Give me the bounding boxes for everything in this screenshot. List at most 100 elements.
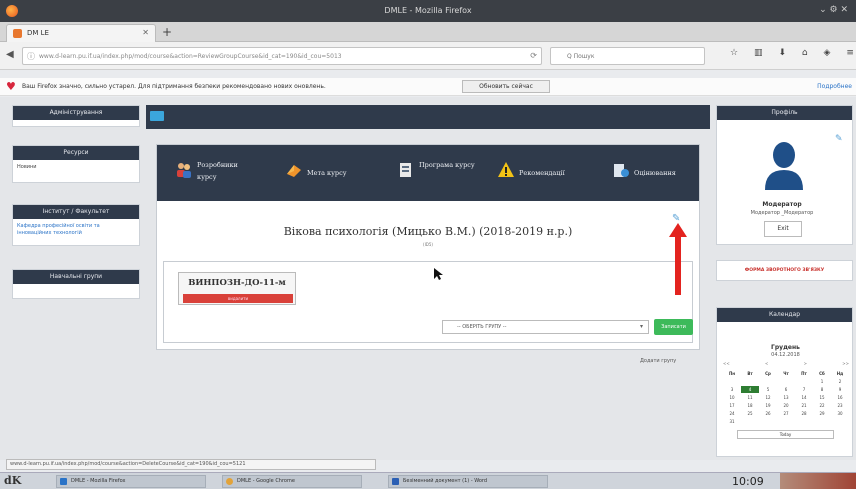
- new-tab-icon[interactable]: +: [162, 25, 172, 39]
- calendar-day[interactable]: 27: [777, 410, 795, 417]
- tab-title: DM LE: [27, 29, 49, 37]
- heart-icon: ♥: [6, 80, 16, 93]
- task-word-label: Безіменний документ (1) - Word: [403, 478, 488, 484]
- delete-group-button[interactable]: видалити: [183, 294, 293, 303]
- calendar-day[interactable]: 7: [795, 386, 813, 393]
- feedback-form-link[interactable]: ФОРМА ЗВОРОТНОГО ЗВ'ЯЗКУ: [716, 260, 853, 281]
- calendar-day: [759, 378, 777, 385]
- calendar-day[interactable]: 20: [777, 402, 795, 409]
- url-bar[interactable]: ⓘ ⟳: [22, 47, 542, 65]
- calendar-day[interactable]: 13: [777, 394, 795, 401]
- course-container: Розробники курсу Мета курсу Програма кур…: [156, 144, 700, 350]
- calendar-day[interactable]: 26: [759, 410, 777, 417]
- library-icon[interactable]: ▥: [754, 48, 763, 64]
- calendar-day: [723, 378, 741, 385]
- profile-block-title: Профіль: [717, 106, 852, 120]
- calendar-day[interactable]: 5: [759, 386, 777, 393]
- menu-grading-label: Оцінювання: [634, 169, 676, 177]
- calendar-weekday: Сб: [819, 371, 825, 376]
- calendar-day[interactable]: 12: [759, 394, 777, 401]
- news-link[interactable]: Новини: [13, 160, 139, 175]
- folder-icon[interactable]: [150, 111, 164, 121]
- save-group-button[interactable]: Записати: [654, 319, 693, 335]
- menu-recommendations[interactable]: Рекомендації: [497, 159, 597, 189]
- resources-block-title: Ресурси: [13, 146, 139, 160]
- site-info-icon[interactable]: ⓘ: [27, 51, 35, 62]
- pocket-icon[interactable]: ◈: [824, 48, 831, 64]
- menu-program[interactable]: Програма курсу: [397, 159, 487, 189]
- group-select[interactable]: -- ОБЕРІТЬ ГРУПУ -- ▾: [442, 320, 649, 334]
- task-chrome[interactable]: DMLE - Google Chrome: [222, 475, 362, 488]
- calendar-day[interactable]: 31: [723, 418, 741, 425]
- menu-icon[interactable]: ≡: [846, 48, 854, 64]
- admin-block-title[interactable]: Адміністрування: [13, 106, 139, 120]
- tab-close-icon[interactable]: ✕: [142, 28, 149, 37]
- calendar-day: [813, 418, 831, 425]
- update-now-button[interactable]: Обновить сейчас: [462, 80, 550, 93]
- menu-grading[interactable]: Оцінювання: [612, 159, 697, 189]
- menu-recommendations-label: Рекомендації: [519, 169, 565, 177]
- calendar-day[interactable]: 2: [831, 378, 849, 385]
- calendar-day[interactable]: 8: [813, 386, 831, 393]
- tab-dmle[interactable]: DM LE ✕: [6, 24, 156, 42]
- back-arrow-icon[interactable]: ◀: [6, 49, 14, 60]
- department-link[interactable]: Кафедра професійної освіти та інноваційн…: [13, 219, 139, 241]
- calendar-block-title: Календар: [717, 308, 852, 322]
- exit-button[interactable]: Exit: [764, 221, 802, 237]
- edit-profile-icon[interactable]: ✎: [835, 134, 843, 144]
- home-icon[interactable]: ⌂: [802, 48, 808, 64]
- content-header-bar: [146, 105, 710, 129]
- calendar-day[interactable]: 6: [777, 386, 795, 393]
- firefox-task-icon: [60, 478, 67, 485]
- groups-block-title[interactable]: Навчальні групи: [13, 270, 139, 284]
- search-bar[interactable]: [550, 47, 705, 65]
- today-button[interactable]: Today: [737, 430, 834, 439]
- more-info-link[interactable]: Подробнее: [817, 83, 852, 90]
- calendar-day[interactable]: 9: [831, 386, 849, 393]
- start-button[interactable]: dK: [4, 474, 21, 487]
- calendar-day[interactable]: 14: [795, 394, 813, 401]
- calendar-next-year[interactable]: >>: [842, 361, 849, 366]
- calendar-day[interactable]: 23: [831, 402, 849, 409]
- calendar-day[interactable]: 21: [795, 402, 813, 409]
- calendar-day[interactable]: 22: [813, 402, 831, 409]
- search-input[interactable]: [567, 51, 697, 62]
- chrome-task-icon: [226, 478, 233, 485]
- user-name: Модератор: [762, 201, 802, 208]
- calendar-day[interactable]: 16: [831, 394, 849, 401]
- taskbar: dK DMLE - Mozilla Firefox DMLE - Google …: [0, 472, 856, 489]
- calendar-day[interactable]: 18: [741, 402, 759, 409]
- menu-goal[interactable]: Мета курсу: [285, 159, 375, 189]
- calendar-day[interactable]: 11: [741, 394, 759, 401]
- calendar-prev-month[interactable]: <: [765, 361, 768, 366]
- window-controls[interactable]: ⌄ ⚙ ✕: [819, 5, 848, 15]
- group-name[interactable]: ВИНПОЗН-ДО-11-м: [179, 278, 295, 288]
- calendar-date: 04.12.2018: [771, 352, 800, 358]
- calendar-day[interactable]: 17: [723, 402, 741, 409]
- add-group-link[interactable]: Додати групу: [640, 358, 676, 364]
- calendar-day[interactable]: 25: [741, 410, 759, 417]
- calendar-day[interactable]: 24: [723, 410, 741, 417]
- calendar-day[interactable]: 10: [723, 394, 741, 401]
- task-firefox-label: DMLE - Mozilla Firefox: [71, 478, 126, 484]
- calendar-day[interactable]: 15: [813, 394, 831, 401]
- admin-block: Адміністрування: [12, 105, 140, 127]
- download-icon[interactable]: ⬇: [778, 48, 786, 64]
- calendar-day[interactable]: 3: [723, 386, 741, 393]
- grades-icon: [614, 164, 629, 177]
- calendar-prev-year[interactable]: <<: [723, 361, 730, 366]
- calendar-next-month[interactable]: >: [804, 361, 807, 366]
- mouse-cursor-icon: [434, 268, 443, 280]
- calendar-day[interactable]: 1: [813, 378, 831, 385]
- menu-developers[interactable]: Розробники курсу: [175, 159, 275, 189]
- calendar-day[interactable]: 19: [759, 402, 777, 409]
- url-input[interactable]: [39, 50, 519, 62]
- calendar-day[interactable]: 29: [813, 410, 831, 417]
- star-icon[interactable]: ☆: [730, 48, 738, 64]
- calendar-day[interactable]: 30: [831, 410, 849, 417]
- calendar-day[interactable]: 28: [795, 410, 813, 417]
- task-word[interactable]: Безіменний документ (1) - Word: [388, 475, 548, 488]
- calendar-day[interactable]: 4: [741, 386, 759, 393]
- reload-icon[interactable]: ⟳: [530, 51, 537, 60]
- task-firefox[interactable]: DMLE - Mozilla Firefox: [56, 475, 206, 488]
